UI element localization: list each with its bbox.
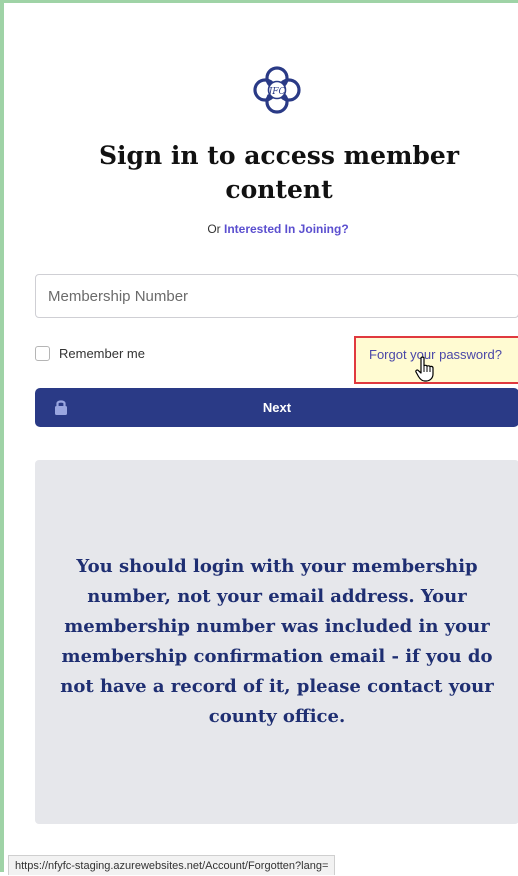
join-link[interactable]: Interested In Joining? [224, 222, 349, 236]
forgot-password-link[interactable]: Forgot your password? [369, 347, 502, 362]
svg-text:JFC: JFC [267, 87, 286, 97]
remember-me[interactable]: Remember me [35, 344, 145, 362]
browser-viewport: JFC Sign in to access member content Or … [0, 0, 518, 875]
membership-number-input[interactable] [35, 274, 518, 318]
celtic-knot-logo-icon: JFC [253, 66, 301, 114]
hand-pointer-icon [415, 356, 434, 382]
subtitle-prefix: Or [207, 222, 221, 236]
info-message: You should login with your membership nu… [60, 556, 494, 727]
page-title: Sign in to access member content [99, 141, 459, 204]
remember-me-checkbox[interactable] [35, 345, 50, 361]
info-panel: You should login with your membership nu… [35, 460, 518, 824]
status-bar-url: https://nfyfc-staging.azurewebsites.net/… [8, 855, 336, 875]
lock-icon [55, 400, 67, 415]
next-button[interactable]: Next [35, 388, 518, 427]
remember-me-label: Remember me [59, 345, 145, 361]
subtitle: Or Interested In Joining? [34, 222, 518, 236]
